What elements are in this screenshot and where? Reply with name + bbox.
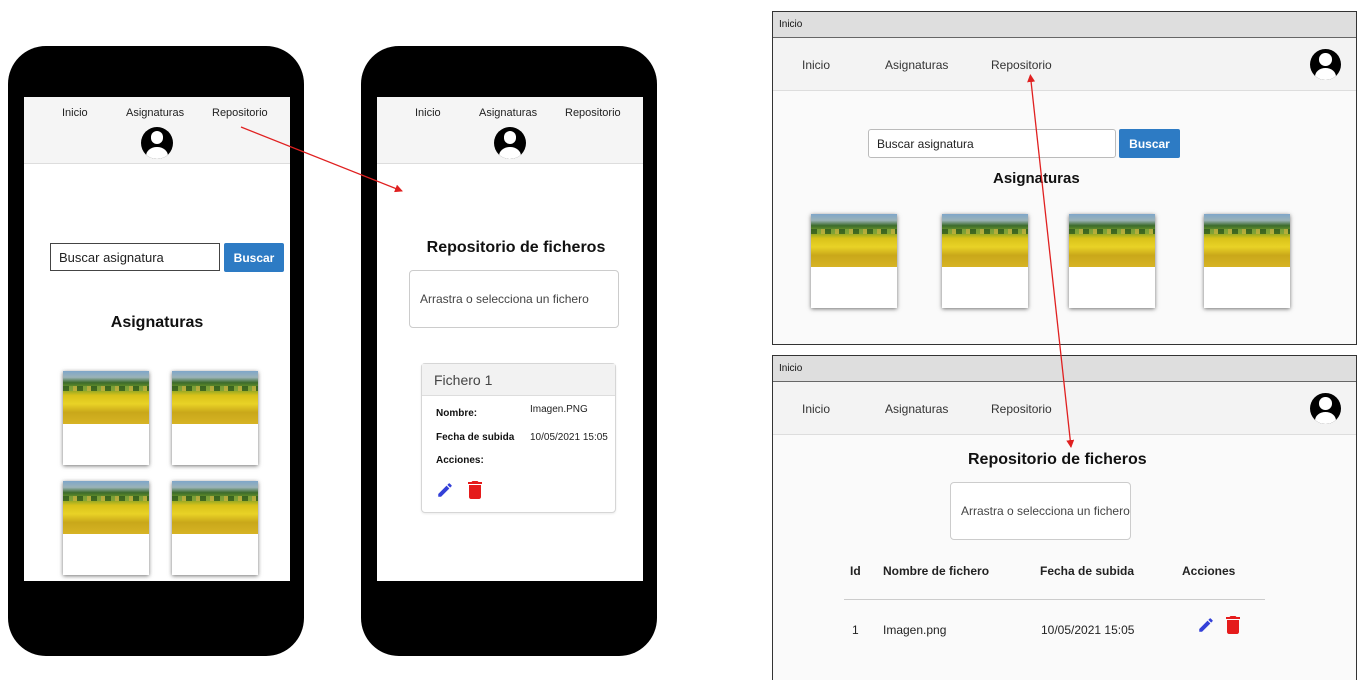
arrow-desktop-repositorio-to-repository bbox=[1027, 74, 1075, 448]
arrow-mobile-repositorio-to-repository bbox=[240, 126, 403, 193]
navigation-arrows bbox=[240, 74, 1075, 448]
